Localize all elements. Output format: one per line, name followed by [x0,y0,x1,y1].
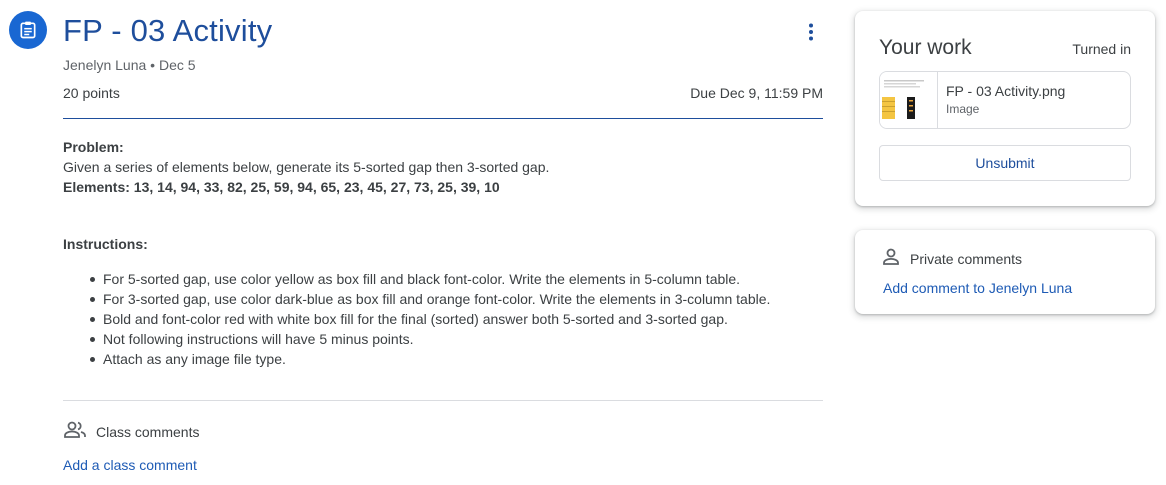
problem-label: Problem: [63,139,124,155]
attachment-type: Image [946,102,980,116]
elements-line: Elements: 13, 14, 94, 33, 82, 25, 59, 94… [63,179,500,195]
attachment-name: FP - 03 Activity.png [946,83,1066,99]
assignment-icon [9,11,47,49]
image-thumbnail [880,72,938,128]
assignment-meta: Jenelyn Luna • Dec 5 [63,57,196,73]
instructions-list: For 5-sorted gap, use color yellow as bo… [63,269,823,369]
problem-text: Given a series of elements below, genera… [63,159,550,175]
comments-divider [63,400,823,401]
due-date: Due Dec 9, 11:59 PM [690,85,823,101]
list-item: Attach as any image file type. [63,349,823,369]
your-work-title: Your work [879,36,972,59]
instructions-label: Instructions: [63,236,148,252]
list-item: For 3-sorted gap, use color dark-blue as… [63,289,823,309]
private-comments-label: Private comments [910,250,1023,267]
person-icon [881,247,901,270]
your-work-card: Your work Turned in FP - 03 Activity.png… [855,11,1155,206]
add-class-comment-link[interactable]: Add a class comment [63,457,197,473]
page-title: FP - 03 Activity [63,13,273,48]
list-item: For 5-sorted gap, use color yellow as bo… [63,269,823,289]
points-label: 20 points [63,85,120,101]
add-private-comment-link[interactable]: Add comment to Jenelyn Luna [883,280,1072,296]
attachment-item[interactable]: FP - 03 Activity.png Image [879,71,1131,129]
status-badge: Turned in [1072,41,1131,57]
class-comments-label: Class comments [96,423,200,440]
assignment-description: Problem: Given a series of elements belo… [63,137,823,197]
list-item: Not following instructions will have 5 m… [63,329,823,349]
private-comments-card: Private comments Add comment to Jenelyn … [855,230,1155,314]
header-divider [63,118,823,119]
more-options-icon[interactable] [798,19,824,45]
private-comments-header: Private comments [881,247,1022,270]
class-comments-header: Class comments [63,420,199,443]
people-icon [63,420,87,443]
unsubmit-button[interactable]: Unsubmit [879,145,1131,181]
list-item: Bold and font-color red with white box f… [63,309,823,329]
